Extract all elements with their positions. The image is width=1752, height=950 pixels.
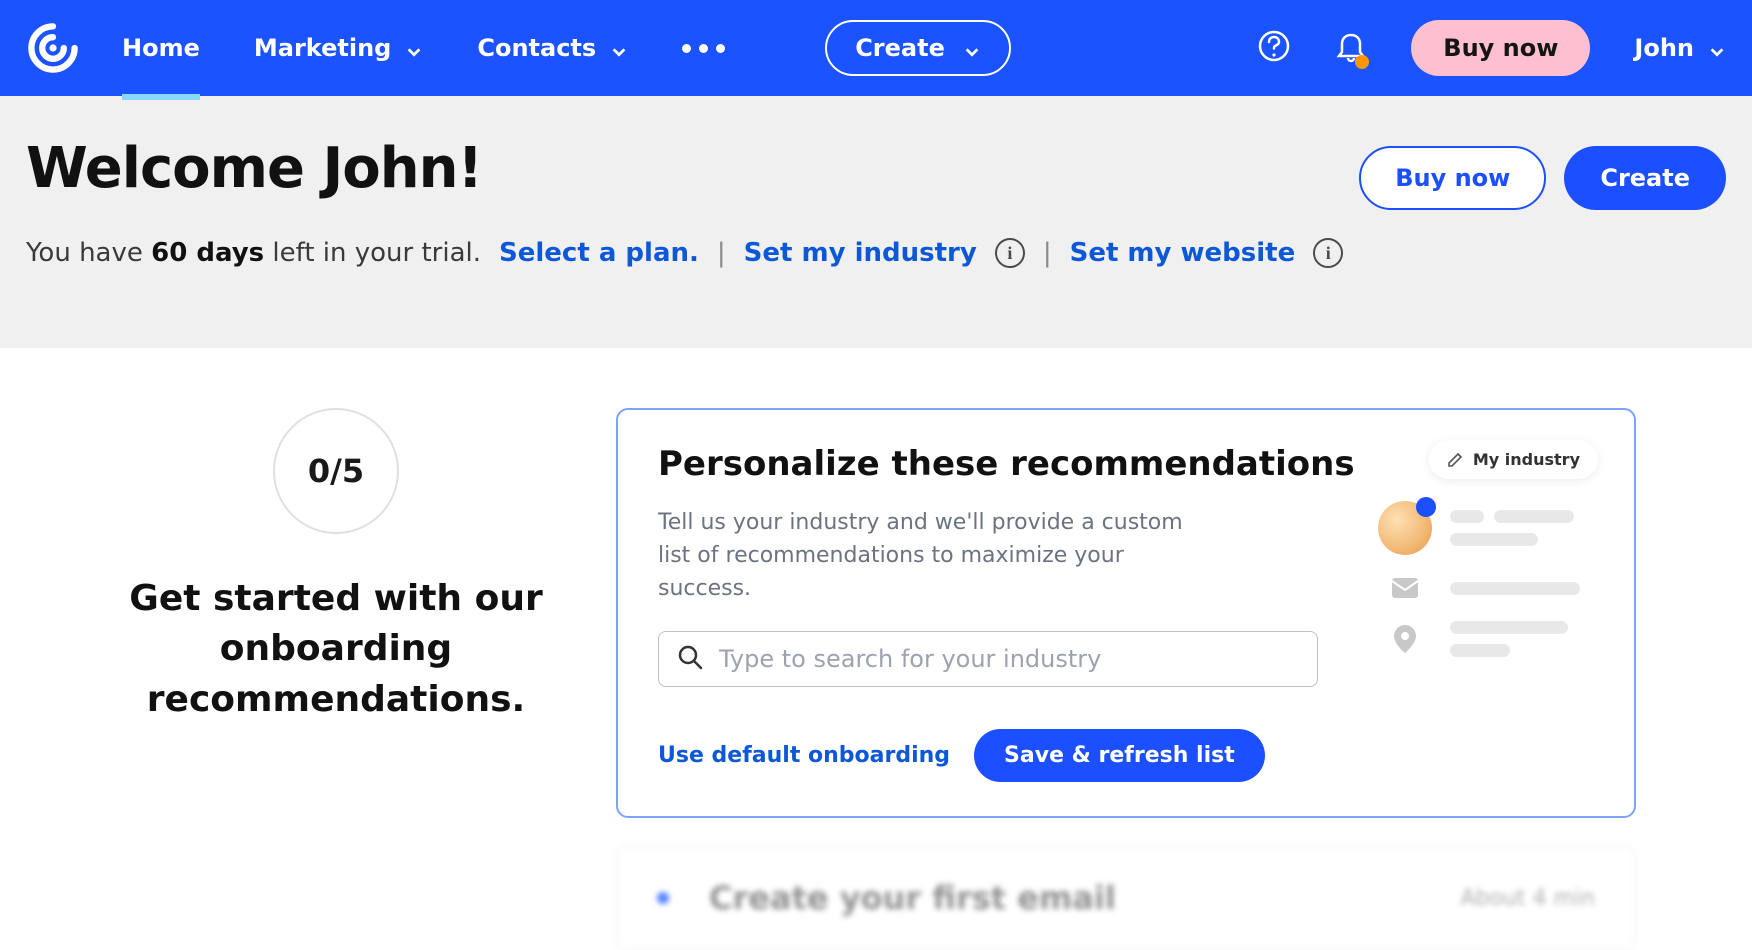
next-step-card[interactable]: Create your first email About 4 min: [616, 846, 1636, 950]
hero-actions: Buy now Create: [1359, 146, 1726, 210]
trial-text: You have 60 days left in your trial.: [26, 238, 481, 268]
user-menu[interactable]: John: [1634, 34, 1726, 62]
divider: |: [717, 238, 726, 268]
industry-search[interactable]: [658, 631, 1318, 687]
chevron-down-icon: [610, 39, 628, 57]
use-default-link[interactable]: Use default onboarding: [658, 743, 950, 768]
location-icon: [1391, 628, 1419, 650]
pencil-icon: [1447, 452, 1463, 468]
my-industry-tag[interactable]: My industry: [1429, 440, 1598, 479]
placeholder-line: [1450, 621, 1568, 634]
main-content: 0/5 Get started with our onboarding reco…: [116, 348, 1636, 950]
save-refresh-button[interactable]: Save & refresh list: [974, 729, 1265, 782]
search-icon: [677, 644, 703, 674]
next-step-time: About 4 min: [1460, 886, 1595, 911]
personalize-desc: Tell us your industry and we'll provide …: [658, 506, 1218, 605]
personalize-card: Personalize these recommendations Tell u…: [616, 408, 1636, 818]
avatar: [1378, 501, 1432, 555]
industry-search-input[interactable]: [717, 644, 1299, 674]
bullet-icon: [657, 892, 669, 904]
nav-marketing-label: Marketing: [254, 34, 391, 62]
nav-contacts-label: Contacts: [477, 34, 596, 62]
info-icon[interactable]: i: [995, 238, 1025, 268]
chevron-down-icon: [963, 39, 981, 57]
placeholder-line: [1450, 582, 1580, 595]
placeholder-line: [1494, 510, 1574, 523]
info-icon[interactable]: i: [1313, 238, 1343, 268]
divider: |: [1043, 238, 1052, 268]
nav-create-button[interactable]: Create: [825, 20, 1011, 76]
logo-icon: [26, 21, 80, 75]
nav-home[interactable]: Home: [122, 0, 200, 96]
help-icon[interactable]: [1257, 29, 1291, 67]
placeholder-line: [1450, 533, 1538, 546]
nav-right: Buy now John: [1257, 20, 1726, 76]
chevron-down-icon: [1708, 39, 1726, 57]
onboarding-heading: Get started with our onboarding recommen…: [116, 574, 556, 725]
nav-more-icon[interactable]: [682, 44, 725, 53]
user-name: John: [1634, 34, 1694, 62]
mail-icon: [1391, 577, 1419, 599]
progress-circle: 0/5: [273, 408, 399, 534]
placeholder-line: [1450, 510, 1484, 523]
next-step-title: Create your first email: [709, 879, 1460, 917]
set-industry-link[interactable]: Set my industry: [744, 238, 977, 268]
nav-items: Home Marketing Contacts Create: [122, 0, 1011, 96]
placeholder-line: [1450, 644, 1510, 657]
page-title: Welcome John!: [26, 136, 482, 201]
hero-subtext: You have 60 days left in your trial. Sel…: [26, 238, 1726, 268]
hero-buy-now-button[interactable]: Buy now: [1359, 146, 1546, 210]
set-website-link[interactable]: Set my website: [1070, 238, 1296, 268]
top-nav: Home Marketing Contacts Create Buy now J…: [0, 0, 1752, 96]
nav-marketing[interactable]: Marketing: [254, 0, 423, 96]
hero-section: Welcome John! Buy now Create You have 60…: [0, 96, 1752, 348]
notification-badge: [1355, 55, 1369, 69]
personalize-actions: Use default onboarding Save & refresh li…: [658, 729, 1594, 782]
onboarding-left: 0/5 Get started with our onboarding reco…: [116, 408, 556, 725]
chevron-down-icon: [405, 39, 423, 57]
nav-buy-now-button[interactable]: Buy now: [1411, 20, 1590, 76]
hero-create-button[interactable]: Create: [1564, 146, 1726, 210]
nav-contacts[interactable]: Contacts: [477, 0, 628, 96]
notifications-icon[interactable]: [1335, 29, 1367, 67]
onboarding-right: Personalize these recommendations Tell u…: [616, 408, 1636, 950]
nav-create-label: Create: [855, 34, 945, 62]
select-plan-link[interactable]: Select a plan.: [499, 238, 699, 268]
profile-preview: My industry: [1378, 440, 1598, 657]
